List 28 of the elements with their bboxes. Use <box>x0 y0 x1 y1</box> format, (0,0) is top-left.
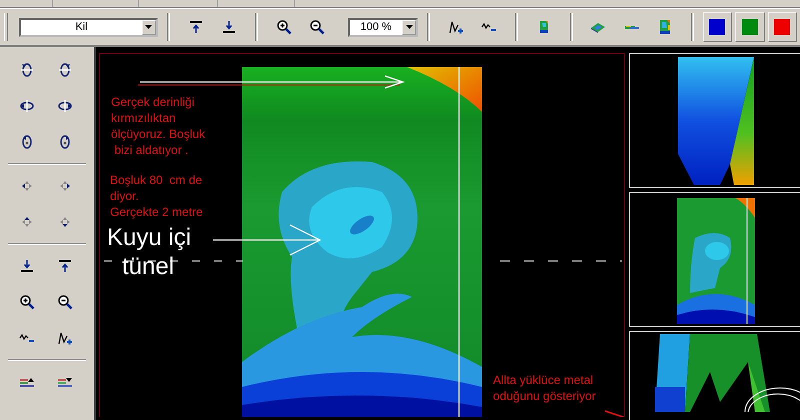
zoom-in-icon[interactable] <box>276 19 292 35</box>
zoom-out-icon[interactable] <box>308 19 325 35</box>
rotate-icon[interactable] <box>57 62 73 78</box>
top-line-icon[interactable] <box>57 258 73 274</box>
annotation-text: Gerçek derinliği kırmızılıktan ölçüyoruz. Boşluk bizi aldatıyor . <box>111 94 206 158</box>
rotate-icon[interactable] <box>19 62 35 78</box>
material-dropdown[interactable]: Kil <box>18 18 158 36</box>
leader-line <box>604 410 624 417</box>
zoom-out-icon[interactable] <box>57 294 73 310</box>
color-button[interactable] <box>735 12 765 42</box>
zoom-dropdown[interactable]: 100 % <box>348 18 418 36</box>
bottom-line-icon[interactable] <box>19 258 35 274</box>
color-swatch[interactable] <box>709 19 726 35</box>
color-button[interactable] <box>702 12 732 42</box>
label-text: Kuyu içi <box>107 224 192 252</box>
color-button[interactable] <box>768 12 797 42</box>
annotation-text: Boşluk 80 cm de diyor. Gerçekte 2 metre <box>110 172 203 220</box>
peak-plus-icon[interactable] <box>57 330 73 346</box>
color-swatch[interactable] <box>774 19 790 35</box>
rotate-icon[interactable] <box>57 98 73 114</box>
zoom-in-icon[interactable] <box>19 294 35 310</box>
rotate-icon[interactable] <box>19 98 35 114</box>
bottom-line-icon[interactable] <box>221 19 238 35</box>
top-line-icon[interactable] <box>188 19 204 35</box>
color-swatch[interactable] <box>742 19 758 35</box>
annotation-text: Allta yüklüce metal oduğunu gösteriyor <box>493 372 596 404</box>
peak-plus-icon[interactable] <box>448 19 464 35</box>
label-text: tünel <box>122 253 174 281</box>
